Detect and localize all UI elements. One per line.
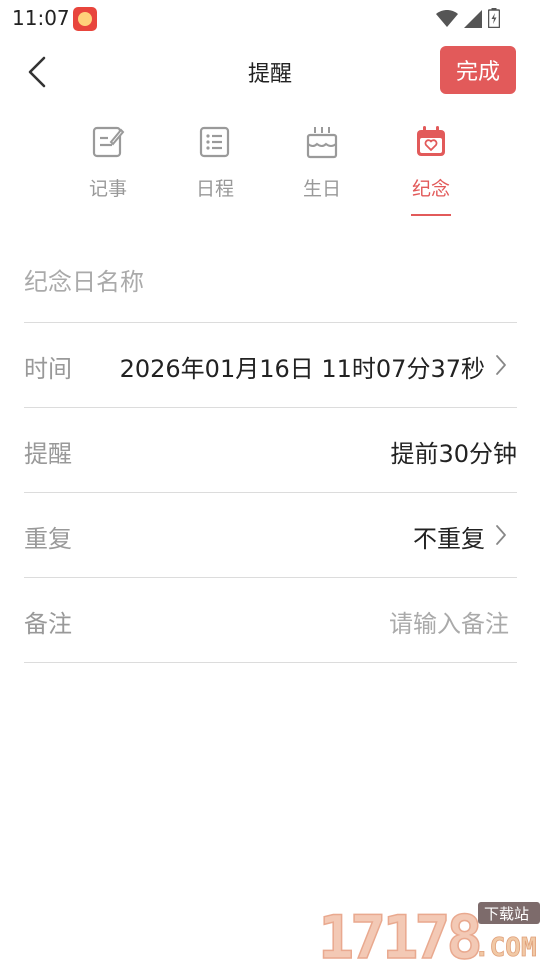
battery-icon — [488, 8, 500, 28]
status-time: 11:07 — [12, 6, 70, 30]
birthday-cake-icon — [306, 127, 338, 159]
anniversary-form: 时间 2026年01月16日 11时07分37秒 提醒 提前30分钟 重复 不重… — [24, 238, 517, 663]
time-row[interactable]: 时间 2026年01月16日 11时07分37秒 — [24, 323, 517, 408]
done-button[interactable]: 完成 — [440, 46, 516, 94]
app-notification-icon — [73, 7, 97, 31]
wifi-icon — [436, 10, 458, 27]
category-tabs: 记事 日程 生日 纪念 — [0, 120, 540, 220]
anniversary-name-input[interactable] — [24, 262, 517, 302]
tab-label: 生日 — [302, 178, 341, 200]
reminder-label: 提醒 — [24, 440, 72, 468]
watermark-logo: 17178 下载站 .COM — [318, 902, 540, 960]
status-bar: 11:07 — [0, 0, 540, 36]
watermark-number: 17178 — [318, 903, 479, 960]
tab-label: 纪念 — [411, 178, 450, 200]
note-icon — [92, 126, 125, 158]
calendar-heart-icon — [417, 126, 445, 156]
time-value: 2026年01月16日 11时07分37秒 — [119, 355, 485, 383]
chevron-right-icon — [496, 525, 506, 545]
active-tab-indicator — [411, 214, 451, 216]
tab-anniversary[interactable]: 纪念 — [396, 120, 466, 216]
tab-schedule[interactable]: 日程 — [180, 120, 250, 216]
name-row — [24, 238, 517, 323]
watermark-site: .COM — [474, 933, 537, 960]
repeat-value: 不重复 — [413, 525, 485, 553]
reminder-value: 提前30分钟 — [390, 440, 517, 468]
tab-birthday[interactable]: 生日 — [287, 120, 357, 216]
repeat-label: 重复 — [24, 525, 72, 553]
status-icons — [436, 8, 500, 28]
schedule-list-icon — [199, 126, 230, 158]
tab-label: 记事 — [88, 178, 127, 200]
reminder-row[interactable]: 提醒 提前30分钟 — [24, 408, 517, 493]
watermark-tag: 下载站 — [484, 905, 529, 923]
note-label: 备注 — [24, 610, 72, 638]
note-input[interactable]: 请输入备注 — [389, 604, 509, 639]
note-row[interactable]: 备注 请输入备注 — [24, 578, 517, 663]
time-label: 时间 — [24, 355, 72, 383]
tab-label: 日程 — [195, 178, 234, 200]
signal-icon — [464, 10, 482, 28]
repeat-row[interactable]: 重复 不重复 — [24, 493, 517, 578]
tab-note[interactable]: 记事 — [73, 120, 143, 216]
chevron-right-icon — [496, 355, 506, 375]
header: 提醒 完成 — [0, 44, 540, 100]
